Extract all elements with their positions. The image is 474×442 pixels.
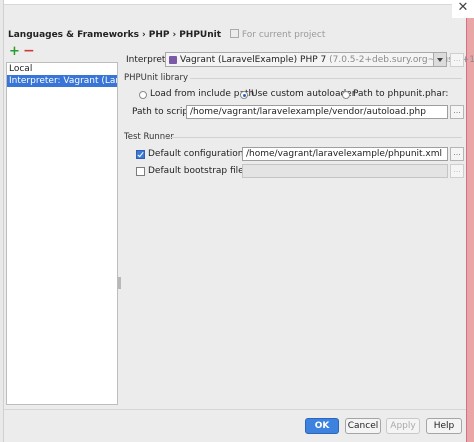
default-bootstrap-browse-button[interactable]: ...: [450, 164, 464, 178]
list-item-interpreter-vagrant[interactable]: Interpreter: Vagrant (LaravelExample): [7, 75, 117, 87]
window-top-edge: [0, 0, 474, 5]
default-configuration-checkbox[interactable]: [136, 150, 145, 159]
footer-divider: [4, 409, 466, 410]
breadcrumb-separator: ›: [142, 30, 146, 40]
interpreter-selected-value: Vagrant (LaravelExample) PHP 7 (7.0.5-2+…: [180, 55, 474, 66]
breadcrumb-item-php: PHP: [148, 30, 170, 40]
project-scope-label: For current project: [241, 30, 326, 40]
section-divider: [190, 78, 462, 79]
help-button[interactable]: Help: [426, 418, 462, 434]
radio-use-custom-autoloader[interactable]: [240, 91, 248, 99]
interpreter-browse-button[interactable]: ...: [450, 53, 464, 67]
chevron-down-icon[interactable]: [433, 53, 446, 66]
vagrant-icon: [169, 56, 177, 64]
default-bootstrap-label: Default bootstrap file:: [148, 166, 247, 176]
path-to-script-input[interactable]: /home/vagrant/laravelexample/vendor/auto…: [186, 105, 448, 119]
close-icon[interactable]: ✕: [452, 0, 474, 18]
project-scope-note: For current project: [229, 29, 326, 40]
default-configuration-input[interactable]: /home/vagrant/laravelexample/phpunit.xml: [242, 147, 448, 161]
radio-label-use-custom-autoloader: Use custom autoloader: [251, 89, 356, 99]
breadcrumb-item-languages: Languages & Frameworks: [8, 30, 140, 40]
remove-icon[interactable]: −: [23, 44, 35, 58]
window-left-edge: [0, 0, 4, 442]
apply-button[interactable]: Apply: [386, 418, 420, 434]
breadcrumb-separator: ›: [172, 30, 177, 40]
radio-load-from-include-path[interactable]: [139, 91, 147, 99]
splitter-grip-icon: [118, 277, 121, 289]
list-item-local[interactable]: Local: [7, 63, 117, 75]
project-icon: [229, 29, 239, 38]
phpunit-library-section-title: PHPUnit library: [124, 73, 188, 83]
section-divider: [166, 137, 462, 138]
default-configuration-browse-button[interactable]: ...: [450, 147, 464, 161]
radio-path-to-phpunit-phar[interactable]: [342, 91, 350, 99]
default-bootstrap-checkbox[interactable]: [136, 167, 145, 176]
radio-label-load-from-include-path: Load from include path: [150, 89, 255, 99]
breadcrumb: Languages & Frameworks › PHP › PHPUnit For c…: [8, 29, 325, 41]
add-icon[interactable]: +: [9, 45, 20, 58]
interpreter-name: Vagrant (LaravelExample) PHP 7: [180, 55, 327, 65]
breadcrumb-item-phpunit: PHPUnit: [179, 30, 222, 40]
interpreter-select[interactable]: Vagrant (LaravelExample) PHP 7 (7.0.5-2+…: [165, 52, 474, 67]
cancel-button[interactable]: Cancel: [345, 418, 381, 434]
window-right-edge: [466, 0, 474, 442]
interpreter-list[interactable]: Local Interpreter: Vagrant (LaravelExamp…: [6, 62, 118, 405]
path-to-script-browse-button[interactable]: ...: [450, 105, 464, 119]
radio-label-path-to-phpunit-phar: Path to phpunit.phar:: [353, 89, 449, 99]
default-bootstrap-input[interactable]: [242, 164, 448, 178]
splitter-handle[interactable]: [117, 62, 123, 403]
ok-button[interactable]: OK: [305, 418, 339, 434]
